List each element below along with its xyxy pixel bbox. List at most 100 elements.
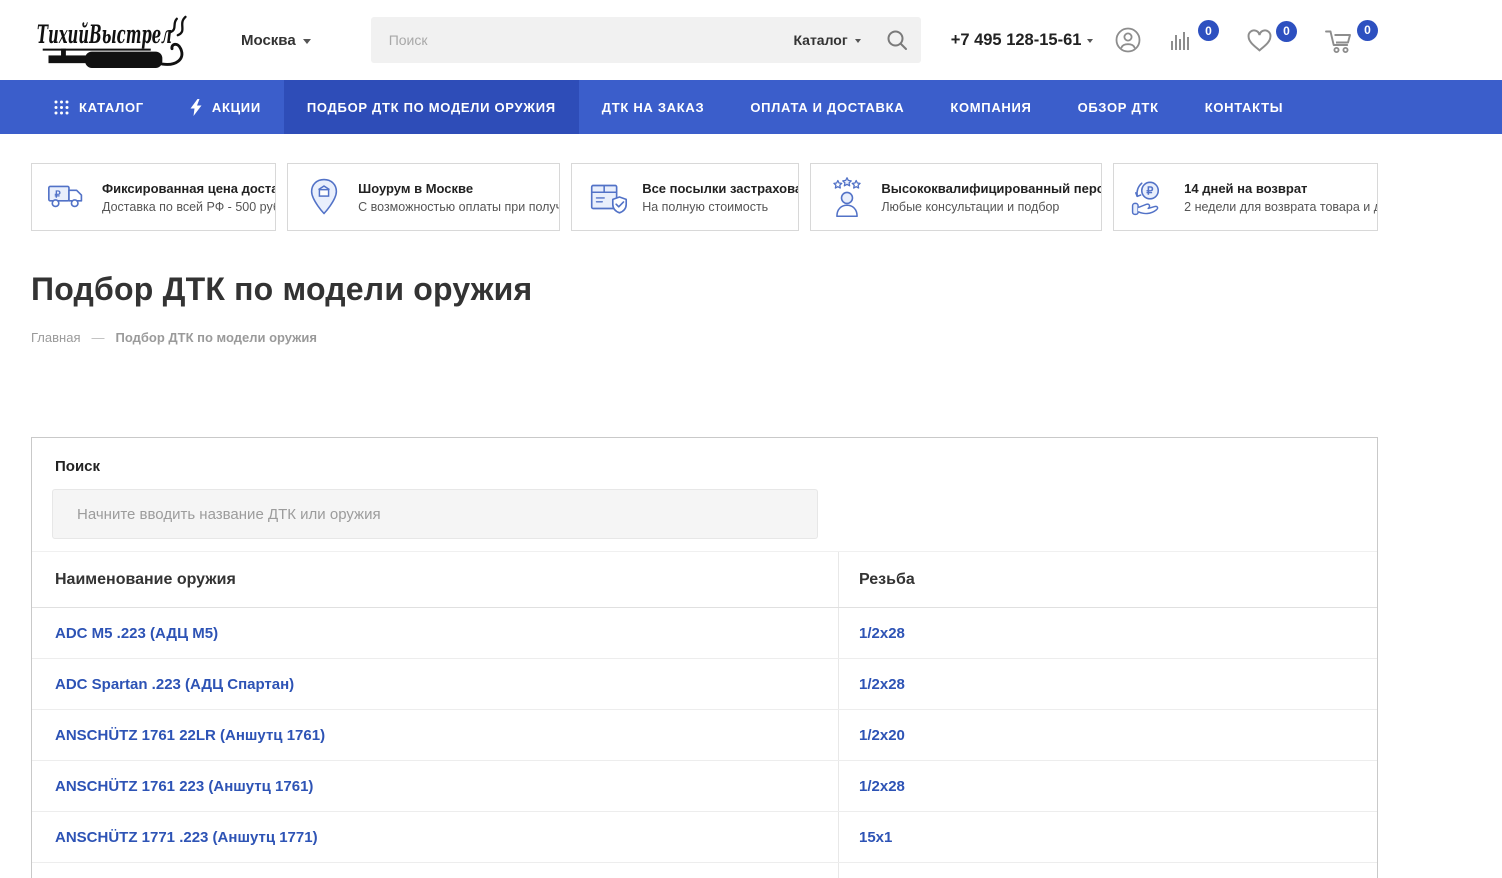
header: ТихийВыстрел Москва Каталог +7 495 128-1… [31, 0, 1378, 80]
feature-subtitle: С возможностью оплаты при получении [358, 200, 560, 214]
feature-subtitle: На полную стоимость [642, 200, 799, 214]
feature-delivery: ₽ Фиксированная цена доставки Доставка п… [31, 163, 276, 231]
catalog-dropdown-label: Каталог [793, 32, 847, 48]
search-icon [885, 28, 909, 52]
search-button[interactable] [873, 17, 921, 63]
cart-count-badge: 0 [1357, 20, 1378, 41]
grid-icon [54, 100, 69, 115]
feature-showroom: Шоурум в Москве С возможностью оплаты пр… [287, 163, 560, 231]
profile-icon[interactable] [1114, 26, 1142, 54]
thread-link[interactable]: 1/2x28 [859, 676, 905, 693]
qualified-staff-icon [824, 174, 870, 220]
thread-link[interactable]: 15x1 [859, 829, 892, 846]
nav-item-promos[interactable]: АКЦИИ [167, 80, 284, 134]
person-icon [1114, 26, 1142, 54]
heart-icon [1246, 28, 1273, 53]
city-label: Москва [241, 32, 296, 49]
weapon-link[interactable]: ADC M5 .223 (АДЦ М5) [55, 625, 218, 642]
search-card-label: Поиск [55, 458, 1377, 475]
table-row-partial [32, 863, 1377, 878]
breadcrumb-home[interactable]: Главная [31, 330, 80, 345]
page-title: Подбор ДТК по модели оружия [31, 271, 1378, 308]
table-row: ADC Spartan .223 (АДЦ Спартан) 1/2x28 [32, 659, 1377, 710]
weapons-table: Наименование оружия Резьба ADC M5 .223 (… [32, 551, 1377, 878]
dtk-search-input[interactable] [52, 489, 818, 539]
page: { "header": { "logo_text": "ТихийВыстрел… [0, 0, 1502, 878]
feature-title: 14 дней на возврат [1184, 181, 1378, 196]
nav-item-company[interactable]: КОМПАНИЯ [927, 80, 1054, 134]
search-card: Поиск Наименование оружия Резьба ADC M5 … [31, 437, 1378, 878]
favorites-icon[interactable]: 0 [1246, 28, 1297, 53]
feature-title: Фиксированная цена доставки [102, 181, 276, 196]
catalog-dropdown[interactable]: Каталог [781, 32, 872, 48]
cart-glyph-icon [1324, 27, 1354, 54]
showroom-pin-icon [301, 174, 347, 220]
nav-item-label: ОПЛАТА И ДОСТАВКА [750, 100, 904, 115]
nav-item-label: ОБЗОР ДТК [1078, 100, 1159, 115]
return-hand-icon: ₽ [1127, 174, 1173, 220]
nav-item-dtk-review[interactable]: ОБЗОР ДТК [1055, 80, 1182, 134]
chevron-down-icon [1087, 39, 1093, 43]
feature-insurance: Все посылки застрахованы На полную стоим… [571, 163, 799, 231]
table-row: ANSCHÜTZ 1771 .223 (Аншутц 1771) 15x1 [32, 812, 1377, 863]
header-icons: 0 0 0 [1114, 26, 1378, 54]
weapon-link[interactable]: ADC Spartan .223 (АДЦ Спартан) [55, 676, 294, 693]
nav-item-label: ПОДБОР ДТК ПО МОДЕЛИ ОРУЖИЯ [307, 100, 556, 115]
feature-title: Все посылки застрахованы [642, 181, 799, 196]
compare-icon[interactable]: 0 [1169, 27, 1219, 53]
logo-image: ТихийВыстрел [35, 9, 199, 71]
col-header-weapon: Наименование оружия [32, 552, 838, 607]
main-nav: КАТАЛОГ АКЦИИ ПОДБОР ДТК ПО МОДЕЛИ ОРУЖИ… [0, 80, 1502, 134]
favorites-count-badge: 0 [1276, 21, 1297, 42]
bar-chart-icon [1169, 27, 1195, 53]
weapon-link[interactable]: ANSCHÜTZ 1771 .223 (Аншутц 1771) [55, 829, 318, 846]
table-row: ADC M5 .223 (АДЦ М5) 1/2x28 [32, 608, 1377, 659]
chevron-down-icon [303, 39, 311, 44]
features-row: ₽ Фиксированная цена доставки Доставка п… [31, 163, 1378, 231]
chevron-down-icon [855, 39, 861, 43]
nav-item-payment-delivery[interactable]: ОПЛАТА И ДОСТАВКА [727, 80, 927, 134]
feature-title: Шоурум в Москве [358, 181, 560, 196]
feature-subtitle: Доставка по всей РФ - 500 руб [102, 200, 276, 214]
insured-parcel-icon [585, 174, 631, 220]
weapon-link[interactable]: ANSCHÜTZ 1761 223 (Аншутц 1761) [55, 778, 313, 795]
svg-text:₽: ₽ [55, 189, 62, 200]
thread-link[interactable]: 1/2x20 [859, 727, 905, 744]
nav-item-label: ДТК НА ЗАКАЗ [602, 100, 705, 115]
nav-item-label: КАТАЛОГ [79, 100, 144, 115]
nav-item-dtk-by-weapon[interactable]: ПОДБОР ДТК ПО МОДЕЛИ ОРУЖИЯ [284, 80, 579, 134]
table-row: ANSCHÜTZ 1761 223 (Аншутц 1761) 1/2x28 [32, 761, 1377, 812]
header-search-input[interactable] [389, 32, 782, 48]
nav-item-label: КОМПАНИЯ [950, 100, 1031, 115]
table-header-row: Наименование оружия Резьба [32, 551, 1377, 608]
thread-link[interactable]: 1/2x28 [859, 625, 905, 642]
feature-returns: ₽ 14 дней на возврат 2 недели для возвра… [1113, 163, 1378, 231]
feature-subtitle: 2 недели для возврата товара и денег [1184, 200, 1378, 214]
nav-item-catalog[interactable]: КАТАЛОГ [31, 80, 167, 134]
cart-icon[interactable]: 0 [1324, 27, 1378, 54]
city-selector[interactable]: Москва [241, 32, 311, 49]
breadcrumb-current: Подбор ДТК по модели оружия [115, 330, 317, 345]
logo-text: ТихийВыстрел [37, 19, 172, 49]
svg-text:₽: ₽ [1146, 186, 1153, 198]
header-search: Каталог [371, 17, 921, 63]
nav-item-contacts[interactable]: КОНТАКТЫ [1182, 80, 1306, 134]
col-header-thread: Резьба [838, 552, 1377, 607]
breadcrumb: Главная — Подбор ДТК по модели оружия [31, 330, 1378, 345]
compare-count-badge: 0 [1198, 20, 1219, 41]
breadcrumb-separator: — [91, 330, 104, 345]
feature-staff: Высококвалифицированный персонал Любые к… [810, 163, 1102, 231]
nav-item-label: КОНТАКТЫ [1205, 100, 1283, 115]
table-row: ANSCHÜTZ 1761 22LR (Аншутц 1761) 1/2x20 [32, 710, 1377, 761]
phone-number[interactable]: +7 495 128-15-61 [951, 31, 1094, 50]
weapon-link[interactable]: ANSCHÜTZ 1761 22LR (Аншутц 1761) [55, 727, 325, 744]
lightning-icon [190, 99, 202, 116]
feature-title: Высококвалифицированный персонал [881, 181, 1102, 196]
nav-item-dtk-custom[interactable]: ДТК НА ЗАКАЗ [579, 80, 728, 134]
logo[interactable]: ТихийВыстрел [35, 9, 199, 71]
feature-subtitle: Любые консультации и подбор [881, 200, 1102, 214]
thread-link[interactable]: 1/2x28 [859, 778, 905, 795]
delivery-truck-icon: ₽ [45, 174, 91, 220]
nav-item-label: АКЦИИ [212, 100, 261, 115]
phone-label: +7 495 128-15-61 [951, 31, 1082, 50]
